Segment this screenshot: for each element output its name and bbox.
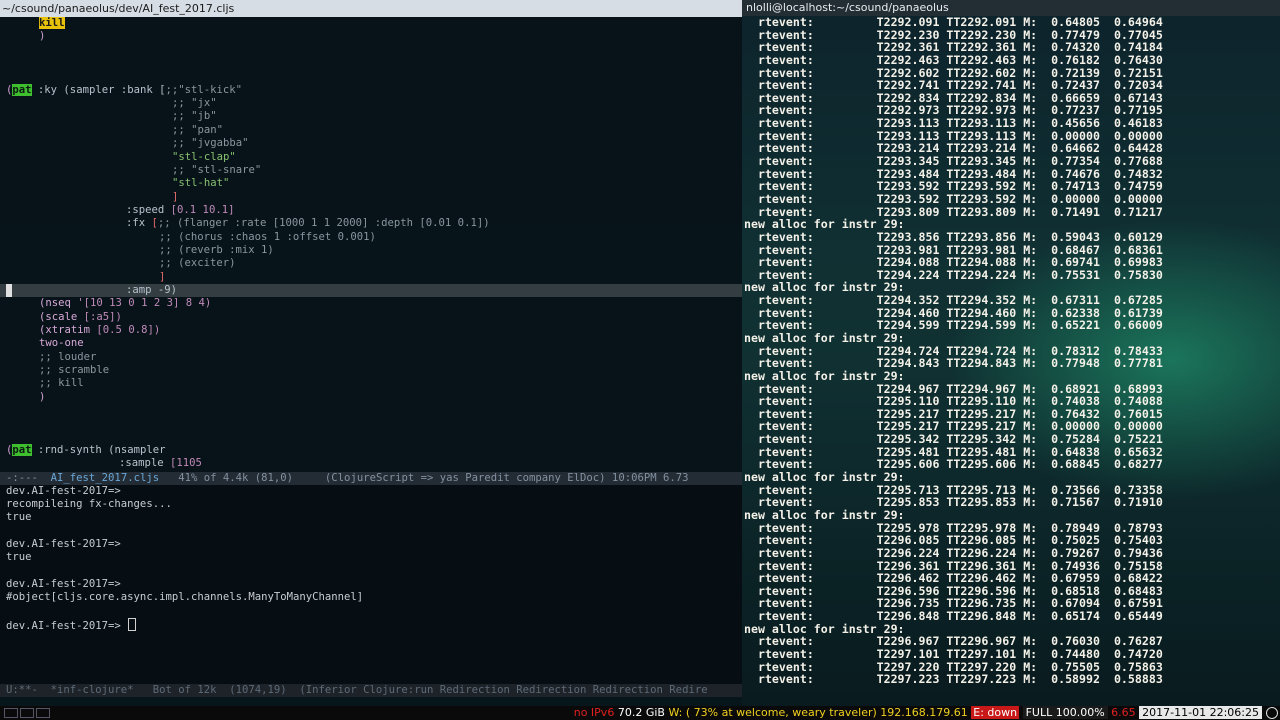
workspace-indicator[interactable] <box>4 708 18 718</box>
code-line-rnd: (pat :rnd-synth (nsampler <box>6 444 166 456</box>
code-line-nseq: (nseq '[10 13 0 1 2 3] 8 4) <box>39 297 212 309</box>
current-line-highlight <box>0 284 742 297</box>
terminal-line: rtevent: T2293.345 TT2293.345 M: 0.77354… <box>744 154 1163 169</box>
terminal-line: rtevent: T2296.085 TT2296.085 M: 0.75025… <box>744 533 1163 548</box>
terminal-line: rtevent: T2296.224 TT2296.224 M: 0.79267… <box>744 545 1163 560</box>
terminal-line: rtevent: T2296.462 TT2296.462 M: 0.67959… <box>744 571 1163 586</box>
terminal-line: rtevent: T2292.463 TT2292.463 M: 0.76182… <box>744 52 1163 67</box>
repl-line: dev.AI-fest-2017=> <box>6 538 121 550</box>
workspace-indicator[interactable] <box>20 708 34 718</box>
code-line-sample: :sample [1105 <box>119 457 202 469</box>
terminal-line: new alloc for instr 29: <box>744 470 905 485</box>
wifi-status: W: ( 73% at welcome, weary traveler) 192… <box>668 706 968 719</box>
terminal-window[interactable]: nlolli@localhost:~/csound/panaeolus rtev… <box>742 0 1280 706</box>
code-editor[interactable]: kill ) (pat :ky (sampler :bank [;;"stl-k… <box>0 17 742 472</box>
code-line: "stl-hat" <box>172 177 230 189</box>
repl-buffer[interactable]: dev.AI-fest-2017=> recompileing fx-chang… <box>0 485 742 684</box>
code-line: ] <box>159 271 166 283</box>
terminal-line: rtevent: T2294.352 TT2294.352 M: 0.67311… <box>744 293 1163 308</box>
kill-token: kill <box>39 17 65 29</box>
ipv6-status: no IPv6 <box>573 706 615 719</box>
repl-line: dev.AI-fest-2017=> <box>6 485 121 497</box>
code-line: ;; "pan" <box>172 124 224 136</box>
code-line: ;; "jvgabba" <box>172 137 249 149</box>
editor-modeline: -:--- AI_fest_2017.cljs 41% of 4.4k (81,… <box>0 472 742 485</box>
code-line-ky: (pat :ky (sampler :bank [;;"stl-kick" <box>6 84 243 96</box>
terminal-line: rtevent: T2297.223 TT2297.223 M: 0.58992… <box>744 672 1163 687</box>
terminal-line: rtevent: T2295.342 TT2295.342 M: 0.75284… <box>744 432 1163 447</box>
terminal-line: rtevent: T2292.741 TT2292.741 M: 0.72437… <box>744 78 1163 93</box>
repl-line: true <box>6 511 32 523</box>
terminal-line: new alloc for instr 29: <box>744 331 905 345</box>
datetime: 2017-11-01 22:06:25 <box>1139 706 1262 719</box>
terminal-line: rtevent: T2292.091 TT2292.091 M: 0.64805… <box>744 15 1163 29</box>
repl-cursor <box>128 618 137 631</box>
terminal-title-bar: nlolli@localhost:~/csound/panaeolus <box>742 0 1280 16</box>
terminal-line: new alloc for instr 29: <box>744 217 905 232</box>
status-bar: no IPv6 70.2 GiB W: ( 73% at welcome, we… <box>0 706 1280 720</box>
code-line: ;; kill <box>39 377 84 389</box>
repl-line: #object[cljs.core.async.impl.channels.Ma… <box>6 591 364 603</box>
code-line-xtratim: (xtratim [0.5 0.8]) <box>39 324 161 336</box>
status-items: no IPv6 70.2 GiB W: ( 73% at welcome, we… <box>574 706 1262 720</box>
emacs-frame[interactable]: ~/csound/panaeolus/dev/AI_fest_2017.cljs… <box>0 0 742 706</box>
code-line: ;; "jb" <box>172 110 217 122</box>
terminal-line: rtevent: T2295.110 TT2295.110 M: 0.74038… <box>744 394 1163 409</box>
code-line-fx: :fx [;; (flanger :rate [1000 1 1 2000] :… <box>126 217 490 229</box>
code-line: ;; "jx" <box>172 97 217 109</box>
terminal-line: rtevent: T2297.101 TT2297.101 M: 0.74480… <box>744 647 1163 661</box>
code-line-scale: (scale [:a5]) <box>39 311 122 323</box>
load-status: 6.65 <box>1111 706 1136 719</box>
repl-prompt-line[interactable]: dev.AI-fest-2017=> <box>6 618 137 633</box>
code-line: ) <box>39 30 46 42</box>
terminal-line: new alloc for instr 29: <box>744 368 905 383</box>
pat-token: pat <box>12 84 32 96</box>
code-line: "stl-clap" <box>172 151 236 163</box>
code-line: ) <box>39 391 46 403</box>
disk-status: 70.2 GiB <box>617 706 665 719</box>
repl-line: recompileing fx-changes... <box>6 498 172 510</box>
code-line: ;; (chorus :chaos 1 :offset 0.001) <box>159 231 376 243</box>
code-line-speed: :speed [0.1 10.1] <box>126 204 235 216</box>
terminal-line: new alloc for instr 29: <box>744 507 905 522</box>
power-icon[interactable] <box>1266 707 1278 719</box>
code-line: ;; (reverb :mix 1) <box>159 244 274 256</box>
repl-modeline: U:**- *inf-clojure* Bot of 12k (1074,19)… <box>0 684 742 697</box>
code-line: kill <box>39 17 65 30</box>
repl-line: true <box>6 551 32 563</box>
code-line: ] <box>172 191 179 203</box>
code-line-amp: :amp -9) <box>126 284 178 296</box>
code-line: ;; scramble <box>39 364 110 376</box>
terminal-line: rtevent: T2293.856 TT2293.856 M: 0.59043… <box>744 229 1163 244</box>
battery-status: FULL 100.00% <box>1022 706 1108 719</box>
terminal-line: rtevent: T2292.361 TT2292.361 M: 0.74320… <box>744 40 1163 55</box>
terminal-line: rtevent: T2294.843 TT2294.843 M: 0.77948… <box>744 356 1163 371</box>
workspace-indicator[interactable] <box>36 708 50 718</box>
terminal-line: rtevent: T2296.848 TT2296.848 M: 0.65174… <box>744 609 1163 624</box>
emacs-title-bar: ~/csound/panaeolus/dev/AI_fest_2017.cljs <box>0 0 742 17</box>
code-line: two-one <box>39 337 84 349</box>
code-line: ;; "stl-snare" <box>172 164 262 176</box>
terminal-line: rtevent: T2293.113 TT2293.113 M: 0.45656… <box>744 116 1163 131</box>
ethernet-status: E: down <box>971 706 1020 719</box>
repl-line: dev.AI-fest-2017=> <box>6 578 121 590</box>
terminal-line: rtevent: T2294.088 TT2294.088 M: 0.69741… <box>744 255 1163 270</box>
code-line: ;; louder <box>39 351 97 363</box>
editor-cursor <box>6 284 12 297</box>
terminal-line: rtevent: T2293.592 TT2293.592 M: 0.00000… <box>744 191 1163 206</box>
repl-prompt: dev.AI-fest-2017=> <box>6 620 128 632</box>
code-line: ;; (exciter) <box>159 257 236 269</box>
